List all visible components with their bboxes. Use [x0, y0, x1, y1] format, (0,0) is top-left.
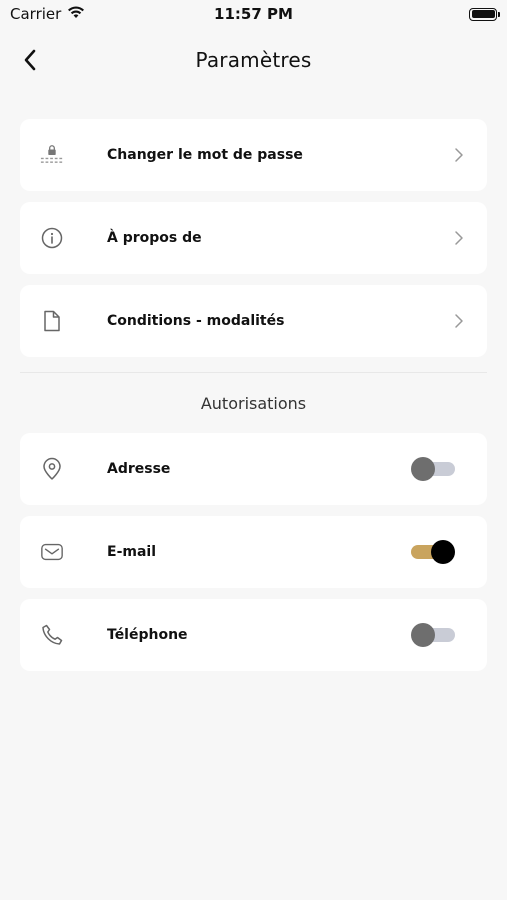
settings-item-terms[interactable]: Conditions - modalités	[20, 285, 487, 357]
divider	[20, 372, 487, 373]
settings-item-label: À propos de	[107, 230, 202, 246]
email-toggle[interactable]	[411, 540, 455, 564]
document-icon	[40, 309, 64, 333]
status-bar: Carrier 11:57 PM	[0, 0, 507, 28]
chevron-right-icon	[453, 313, 465, 329]
page-title: Paramètres	[195, 48, 312, 72]
settings-item-change-password[interactable]: Changer le mot de passe	[20, 119, 487, 191]
mail-icon	[40, 540, 64, 564]
location-icon	[40, 457, 64, 481]
permission-item-email: E-mail	[20, 516, 487, 588]
phone-toggle[interactable]	[411, 623, 455, 647]
permission-item-label: Adresse	[107, 461, 171, 477]
phone-icon	[40, 623, 64, 647]
section-title-permissions: Autorisations	[200, 394, 307, 413]
address-toggle[interactable]	[411, 457, 455, 481]
settings-item-label: Changer le mot de passe	[107, 147, 303, 163]
back-button[interactable]	[14, 44, 46, 76]
permission-item-label: Téléphone	[107, 627, 188, 643]
permission-item-phone: Téléphone	[20, 599, 487, 671]
carrier-label: Carrier	[10, 5, 62, 23]
battery-icon	[469, 7, 500, 21]
chevron-right-icon	[453, 230, 465, 246]
settings-item-label: Conditions - modalités	[107, 313, 285, 329]
lock-icon	[40, 143, 64, 167]
settings-item-about[interactable]: À propos de	[20, 202, 487, 274]
permission-item-address: Adresse	[20, 433, 487, 505]
nav-bar: Paramètres	[0, 32, 507, 88]
chevron-left-icon	[24, 49, 36, 71]
status-left: Carrier	[10, 5, 85, 23]
wifi-icon	[67, 5, 85, 23]
permission-item-label: E-mail	[107, 544, 157, 560]
chevron-right-icon	[453, 147, 465, 163]
info-icon	[40, 226, 64, 250]
